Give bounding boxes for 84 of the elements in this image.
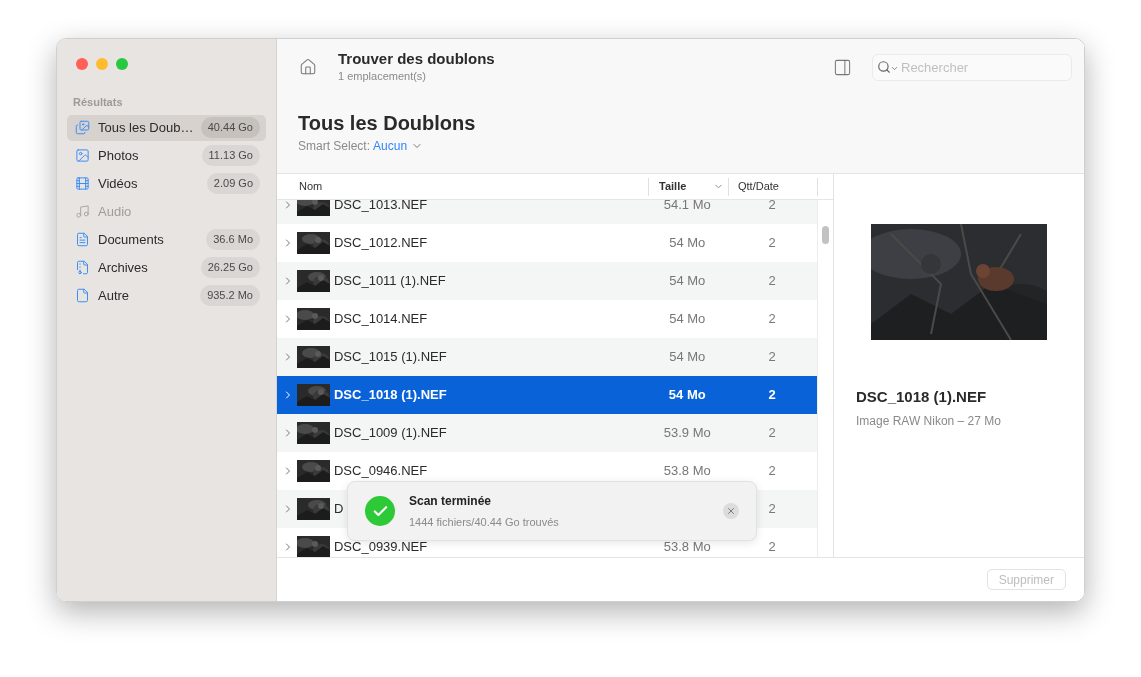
duplicate-count: 2: [768, 386, 776, 405]
table-row[interactable]: DSC_1018 (1).NEF 54 Mo 2: [277, 376, 817, 414]
duplicate-count: 2: [768, 200, 776, 215]
duplicate-count: 2: [768, 462, 776, 481]
file-name: DSC_1015 (1).NEF: [333, 348, 447, 367]
file-size: 54 Mo: [669, 272, 706, 291]
close-window-icon[interactable]: [76, 58, 88, 70]
column-header[interactable]: Qtt/Date: [728, 177, 818, 196]
smart-select-dropdown[interactable]: Aucun: [373, 137, 424, 155]
duplicate-count: 2: [768, 424, 776, 443]
preview-file-name: DSC_1018 (1).NEF: [856, 387, 988, 407]
file-size: 54 Mo: [669, 310, 706, 329]
duplicate-count: 2: [768, 234, 776, 253]
section-heading: Résultats: [72, 95, 124, 110]
sidebar-label: Audio: [98, 202, 133, 221]
music-note-icon: [75, 204, 90, 219]
file-size: 53.8 Mo: [663, 462, 711, 481]
sidebar-item[interactable]: Vidéos 2.09 Go: [67, 170, 266, 197]
file-name: DSC_1018 (1).NEF: [333, 386, 447, 405]
toast-message: 1444 fichiers/40.44 Go trouvés: [409, 514, 560, 530]
archive-icon: [75, 260, 90, 275]
table-row[interactable]: DSC_1009 (1).NEF 53.9 Mo 2: [277, 414, 817, 452]
file-name: DSC_1009 (1).NEF: [333, 424, 447, 443]
file-name: D: [333, 500, 344, 519]
file-size: 53.9 Mo: [663, 424, 711, 443]
toast-title: Scan terminée: [409, 492, 493, 510]
sidebar-label: Documents: [98, 230, 165, 249]
sidebar-toggle-icon[interactable]: [833, 57, 852, 77]
size-badge: 40.44 Go: [200, 117, 260, 138]
size-badge: 11.13 Go: [201, 145, 260, 166]
duplicate-count: 2: [768, 310, 776, 329]
file-size: 54.1 Mo: [663, 200, 711, 215]
table-row[interactable]: DSC_1013.NEF 54.1 Mo 2: [277, 200, 817, 224]
minimize-window-icon[interactable]: [96, 58, 108, 70]
table-row[interactable]: DSC_1015 (1).NEF 54 Mo 2: [277, 338, 817, 376]
zoom-window-icon[interactable]: [116, 58, 128, 70]
duplicate-count: 2: [768, 348, 776, 367]
sidebar-label: Photos: [98, 146, 140, 165]
close-icon: [726, 506, 736, 516]
search-icon: [877, 59, 891, 74]
size-badge: 2.09 Go: [206, 173, 260, 194]
size-badge: 36.6 Mo: [206, 229, 260, 250]
close-button[interactable]: [723, 503, 739, 519]
size-badge: 935.2 Mo: [200, 285, 260, 306]
file-icon: [75, 288, 90, 303]
file-name: DSC_1011 (1).NEF: [333, 272, 446, 291]
column-header[interactable]: Taille: [648, 177, 728, 196]
scrollbar-thumb[interactable]: [822, 226, 829, 244]
duplicate-count: 2: [768, 500, 776, 519]
file-size: 53.8 Mo: [663, 538, 711, 557]
file-name: DSC_1013.NEF: [333, 200, 428, 215]
sidebar-item[interactable]: Tous les Doub… 40.44 Go: [67, 114, 266, 141]
file-size: 54 Mo: [668, 386, 706, 405]
sidebar-item[interactable]: Autre 935.2 Mo: [67, 282, 266, 309]
file-name: DSC_0939.NEF: [333, 538, 428, 557]
preview-file-info: Image RAW Nikon – 27 Mo: [856, 412, 1002, 430]
sidebar-item[interactable]: Photos 11.13 Go: [67, 142, 266, 169]
picture-icon: [75, 148, 90, 163]
smart-select-label: Smart Select:: [298, 138, 371, 155]
column-header[interactable]: Nom: [277, 177, 648, 196]
window-subtitle: 1 emplacement(s): [338, 68, 428, 84]
file-name: DSC_0946.NEF: [333, 462, 428, 481]
sidebar-label: Archives: [98, 258, 149, 277]
sidebar-item[interactable]: Documents 36.6 Mo: [67, 226, 266, 253]
sidebar-item[interactable]: Archives 26.25 Go: [67, 254, 266, 281]
window-title: Trouver des doublons: [338, 49, 495, 68]
file-size: 54 Mo: [669, 348, 706, 367]
document-icon: [75, 232, 90, 247]
duplicate-count: 2: [768, 538, 776, 557]
page-heading: Tous les Doublons: [298, 111, 477, 135]
sidebar-label: Autre: [98, 286, 131, 305]
film-icon: [75, 176, 90, 191]
table-row[interactable]: DSC_1011 (1).NEF 54 Mo 2: [277, 262, 817, 300]
sidebar-label: Vidéos: [98, 174, 139, 193]
success-icon: [365, 496, 395, 526]
stacked-pictures-icon: [75, 120, 90, 135]
home-icon[interactable]: [299, 58, 317, 76]
file-name: DSC_1012.NEF: [333, 234, 428, 253]
sidebar-label: Tous les Doub…: [98, 118, 195, 137]
search-field[interactable]: Rechercher: [872, 53, 1072, 81]
size-badge: 26.25 Go: [200, 257, 260, 278]
file-size: 54 Mo: [669, 234, 706, 253]
file-name: DSC_1014.NEF: [333, 310, 428, 329]
duplicate-count: 2: [768, 272, 776, 291]
